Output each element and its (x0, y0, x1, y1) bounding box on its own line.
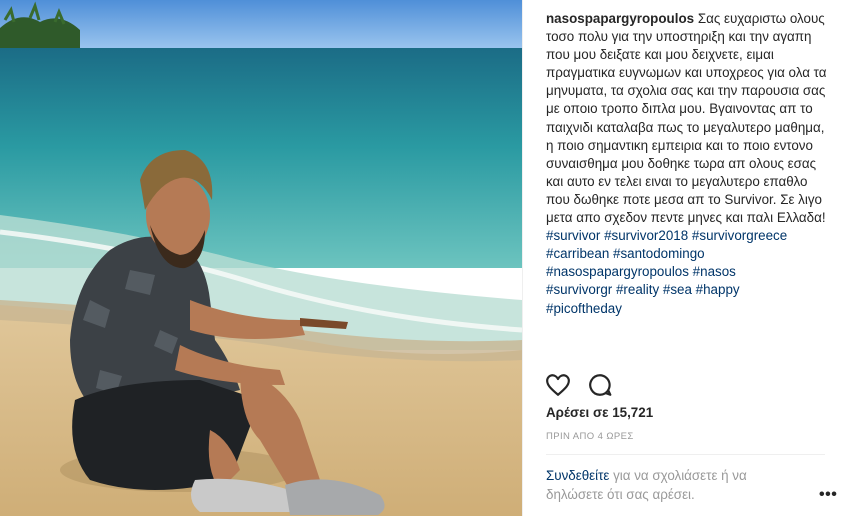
hashtag-link[interactable]: #survivor2018 (604, 228, 688, 243)
hashtag-link[interactable]: #nasos (693, 264, 736, 279)
heart-icon[interactable] (545, 372, 571, 398)
hashtag-link[interactable]: #survivorgr (546, 282, 612, 297)
post-actions (545, 372, 613, 398)
hashtag-link[interactable]: #survivorgreece (692, 228, 787, 243)
divider (546, 454, 825, 455)
hashtag-link[interactable]: #happy (696, 282, 740, 297)
post-photo[interactable] (0, 0, 522, 516)
hashtag-list: #survivor #survivor2018 #survivorgreece … (546, 228, 787, 315)
beach-photo (0, 0, 522, 516)
hashtag-link[interactable]: #santodomingo (613, 246, 705, 261)
post-sidebar: nasospapargyropoulos Σας ευχαριστω ολους… (522, 0, 841, 516)
comment-login-prompt: Συνδεθείτε για να σχολιάσετε ή να δηλώσε… (546, 467, 786, 504)
post-caption: nasospapargyropoulos Σας ευχαριστω ολους… (546, 10, 828, 318)
hashtag-link[interactable]: #nasospapargyropoulos (546, 264, 689, 279)
more-options-icon[interactable]: ••• (819, 486, 837, 504)
hashtag-link[interactable]: #carribean (546, 246, 609, 261)
post-timestamp[interactable]: ΠΡΙΝ ΑΠΟ 4 ΩΡΕΣ (546, 431, 634, 442)
comment-icon[interactable] (587, 372, 613, 398)
hashtag-link[interactable]: #picoftheday (546, 301, 622, 316)
hashtag-link[interactable]: #reality (616, 282, 659, 297)
username-link[interactable]: nasospapargyropoulos (546, 11, 694, 26)
login-link[interactable]: Συνδεθείτε (546, 468, 609, 483)
like-count[interactable]: Αρέσει σε 15,721 (546, 405, 653, 420)
hashtag-link[interactable]: #sea (663, 282, 692, 297)
caption-text: Σας ευχαριστω ολους τοσο πολυ για την υπ… (546, 11, 827, 226)
hashtag-link[interactable]: #survivor (546, 228, 600, 243)
